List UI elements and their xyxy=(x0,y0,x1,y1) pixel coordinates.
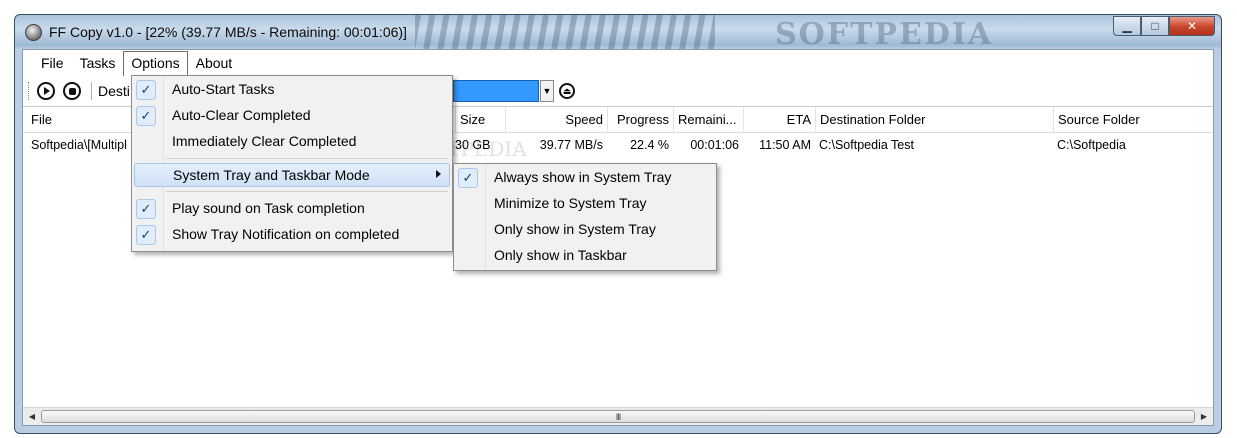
menu-separator xyxy=(166,158,448,159)
menu-item-immediately-clear-completed[interactable]: Immediately Clear Completed xyxy=(134,130,450,154)
menu-item-show-tray-notification[interactable]: ✓ Show Tray Notification on completed xyxy=(134,223,450,247)
destination-label: Desti xyxy=(98,83,130,99)
options-menu: ✓ Auto-Start Tasks ✓ Auto-Clear Complete… xyxy=(131,75,453,252)
minimize-button[interactable]: ▁ xyxy=(1113,16,1141,36)
title-decoration xyxy=(415,15,715,49)
tray-mode-submenu: ✓ Always show in System Tray Minimize to… xyxy=(453,163,717,271)
column-speed[interactable]: Speed xyxy=(505,107,607,133)
title-bar[interactable]: SOFTPEDIA FF Copy v1.0 - [22% (39.77 MB/… xyxy=(15,15,1221,52)
menu-item-label: Immediately Clear Completed xyxy=(172,133,357,149)
maximize-button[interactable]: □ xyxy=(1141,16,1169,36)
arrow-left-icon: ◀ xyxy=(28,412,36,421)
menu-item-always-show-in-tray[interactable]: ✓ Always show in System Tray xyxy=(456,166,714,190)
maximize-icon: □ xyxy=(1151,19,1159,33)
menu-bar: File Tasks Options About xyxy=(23,50,1213,76)
check-icon: ✓ xyxy=(136,106,156,126)
toolbar-separator xyxy=(91,82,92,100)
stop-icon xyxy=(68,87,76,95)
cell-file: Softpedia\[Multipl xyxy=(31,138,127,152)
menu-tasks[interactable]: Tasks xyxy=(72,51,124,75)
menu-item-play-sound[interactable]: ✓ Play sound on Task completion xyxy=(134,197,450,221)
stop-button[interactable] xyxy=(63,82,81,100)
play-icon xyxy=(44,87,50,95)
destination-combo[interactable] xyxy=(453,80,539,102)
menu-item-system-tray-mode[interactable]: System Tray and Taskbar Mode xyxy=(134,163,450,187)
toolbar-grip[interactable] xyxy=(28,82,31,100)
start-button[interactable] xyxy=(37,82,55,100)
menu-separator xyxy=(166,191,448,192)
check-icon: ✓ xyxy=(136,80,156,100)
horizontal-scrollbar[interactable]: ◀ III ▶ xyxy=(23,407,1213,425)
column-destination-folder[interactable]: Destination Folder xyxy=(815,107,1053,133)
column-remaining[interactable]: Remaini... xyxy=(673,107,743,133)
destination-dropdown-button[interactable]: ▼ xyxy=(540,80,554,102)
window-controls: ▁ □ ✕ xyxy=(1113,16,1215,36)
app-disc-icon[interactable] xyxy=(25,24,42,41)
cell-source: C:\Softpedia xyxy=(1057,138,1126,152)
menu-item-label: Show Tray Notification on completed xyxy=(172,226,400,242)
minimize-icon: ▁ xyxy=(1122,19,1132,33)
cell-eta: 11:50 AM xyxy=(759,138,811,152)
window-title: FF Copy v1.0 - [22% (39.77 MB/s - Remain… xyxy=(49,24,407,40)
menu-item-label: Auto-Clear Completed xyxy=(172,107,311,123)
scrollbar-thumb[interactable]: III xyxy=(41,410,1195,423)
menu-item-label: Always show in System Tray xyxy=(494,169,672,185)
scroll-left-button[interactable]: ◀ xyxy=(23,408,41,425)
chevron-right-icon xyxy=(436,170,441,178)
menu-about[interactable]: About xyxy=(188,51,241,75)
menu-item-only-show-in-tray[interactable]: Only show in System Tray xyxy=(456,218,714,242)
column-progress[interactable]: Progress xyxy=(607,107,673,133)
cell-size: 30 GB xyxy=(455,138,491,152)
check-icon: ✓ xyxy=(136,199,156,219)
close-button[interactable]: ✕ xyxy=(1169,16,1215,36)
menu-item-auto-start-tasks[interactable]: ✓ Auto-Start Tasks xyxy=(134,78,450,102)
menu-item-minimize-to-tray[interactable]: Minimize to System Tray xyxy=(456,192,714,216)
cell-progress: 22.4 % xyxy=(630,138,669,152)
scroll-right-button[interactable]: ▶ xyxy=(1195,408,1213,425)
eject-icon[interactable]: ⏏ xyxy=(559,83,575,99)
menu-item-label: Only show in System Tray xyxy=(494,221,656,237)
menu-item-label: Auto-Start Tasks xyxy=(172,81,275,97)
check-icon: ✓ xyxy=(136,225,156,245)
cell-destination: C:\Softpedia Test xyxy=(819,138,914,152)
cell-remaining: 00:01:06 xyxy=(690,138,739,152)
title-watermark: SOFTPEDIA xyxy=(775,17,994,52)
check-icon: ✓ xyxy=(458,168,478,188)
scroll-grip: III xyxy=(615,411,621,422)
column-eta[interactable]: ETA xyxy=(743,107,815,133)
menu-item-auto-clear-completed[interactable]: ✓ Auto-Clear Completed xyxy=(134,104,450,128)
menu-file[interactable]: File xyxy=(33,51,72,75)
close-icon: ✕ xyxy=(1186,19,1198,33)
column-size[interactable]: Size xyxy=(455,107,503,133)
menu-item-label: Play sound on Task completion xyxy=(172,200,365,216)
cell-speed: 39.77 MB/s xyxy=(539,138,603,152)
menu-item-label: System Tray and Taskbar Mode xyxy=(173,167,370,183)
column-source-folder[interactable]: Source Folder xyxy=(1053,107,1213,133)
chevron-down-icon: ▼ xyxy=(542,86,552,96)
menu-item-only-show-in-taskbar[interactable]: Only show in Taskbar xyxy=(456,244,714,268)
menu-options[interactable]: Options xyxy=(123,50,188,76)
menu-item-label: Only show in Taskbar xyxy=(494,247,627,263)
arrow-right-icon: ▶ xyxy=(1200,412,1208,421)
menu-item-label: Minimize to System Tray xyxy=(494,195,647,211)
